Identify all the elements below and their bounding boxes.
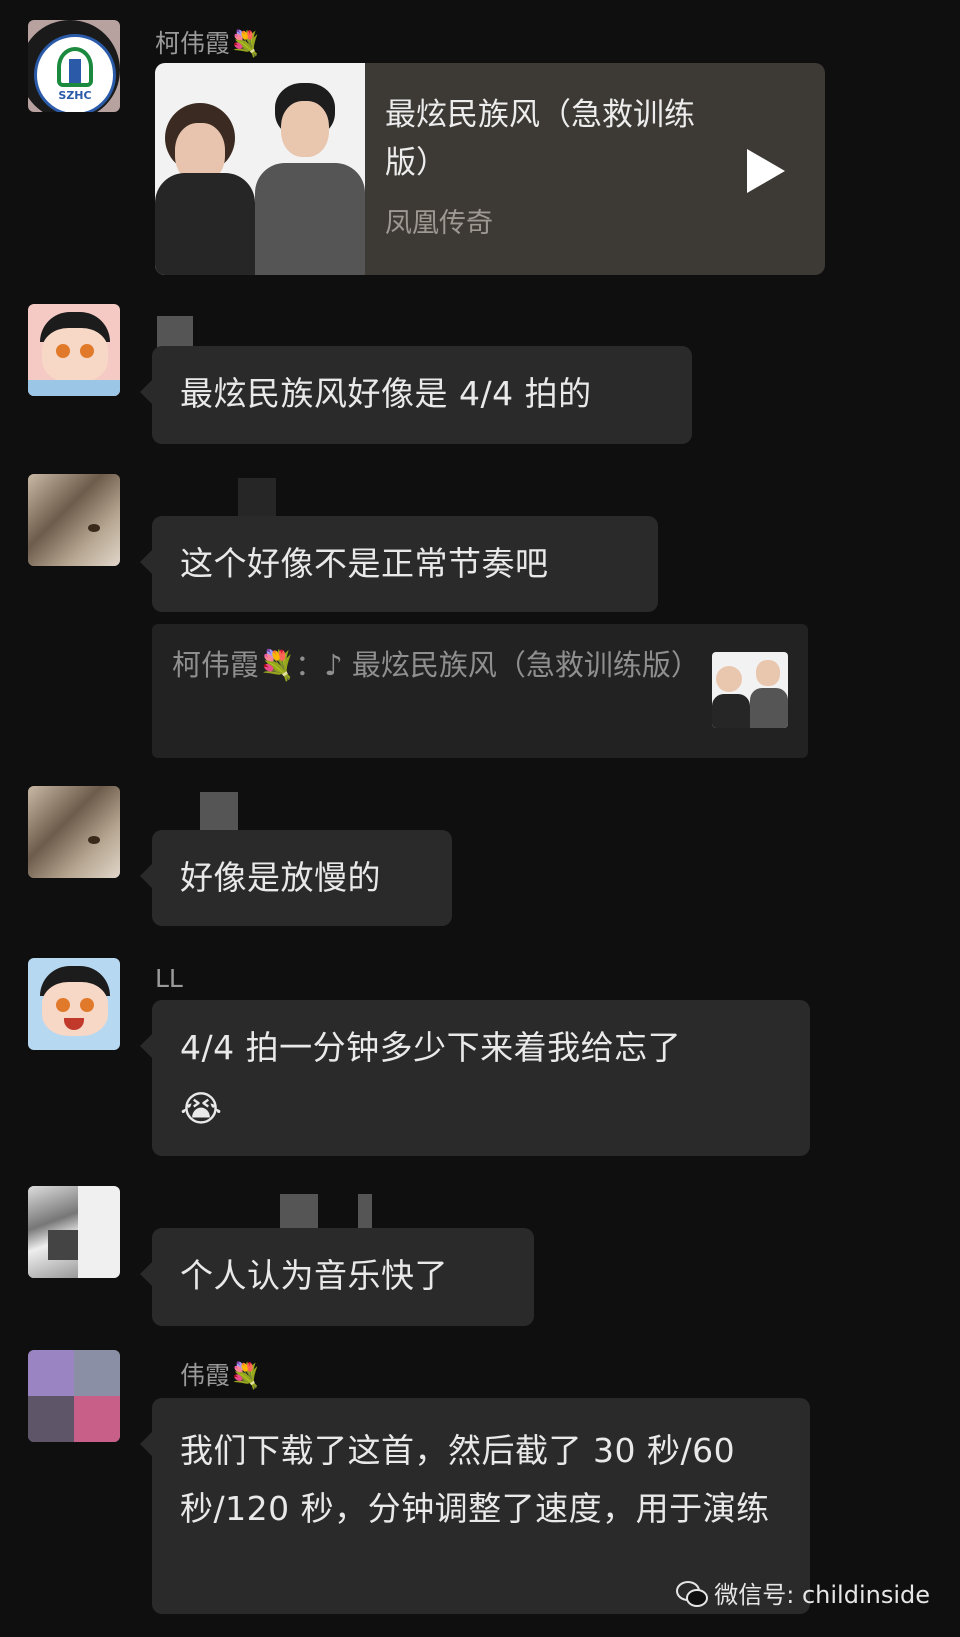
message-text: 个人认为音乐快了 (180, 1256, 448, 1295)
music-title: 最炫民族风（急救训练版） (385, 97, 695, 181)
avatar-sketch[interactable] (28, 1186, 120, 1278)
avatar-health-committee[interactable]: SZHC (28, 20, 120, 112)
quoted-message[interactable]: 柯伟霞💐：♪ 最炫民族风（急救训练版） (152, 624, 808, 758)
message-text: 这个好像不是正常节奏吧 (180, 544, 549, 583)
blurred-sender-name (238, 478, 276, 516)
avatar-cat[interactable] (28, 474, 120, 566)
message-text: 4/4 拍一分钟多少下来着我给忘了 (180, 1028, 682, 1067)
blurred-sender-name (280, 1194, 318, 1232)
watermark-text: 微信号: childinside (714, 1581, 930, 1609)
szhc-logo-icon: SZHC (34, 34, 116, 112)
avatar-mosaic[interactable] (28, 1350, 120, 1442)
crying-laughing-emoji-icon: 😭 (180, 1089, 223, 1130)
message-bubble[interactable]: 最炫民族风好像是 4/4 拍的 (140, 346, 692, 444)
avatar-cat[interactable] (28, 786, 120, 878)
message-bubble[interactable]: 好像是放慢的 (140, 830, 452, 926)
message-text: 最炫民族风好像是 4/4 拍的 (180, 374, 592, 413)
quote-text: 柯伟霞💐：♪ 最炫民族风（急救训练版） (172, 648, 700, 682)
blurred-sender-name (358, 1194, 372, 1232)
play-icon[interactable] (747, 149, 785, 193)
album-cover (155, 63, 365, 275)
message-text: 我们下载了这首，然后截了 30 秒/60 秒/120 秒，分钟调整了速度，用于演… (180, 1431, 770, 1528)
music-artist: 凤凰传奇 (385, 208, 493, 239)
avatar-cartoon-boy[interactable] (28, 958, 120, 1050)
message-bubble[interactable]: 个人认为音乐快了 (140, 1228, 534, 1326)
sender-name: LL (155, 964, 183, 993)
message-bubble[interactable]: 这个好像不是正常节奏吧 (140, 516, 658, 612)
music-card[interactable]: 最炫民族风（急救训练版） 凤凰传奇 (155, 63, 825, 275)
blurred-sender-name (200, 792, 238, 830)
sender-name: 伟霞💐 (180, 1361, 262, 1390)
logo-text: SZHC (58, 89, 92, 102)
quote-thumbnail (712, 652, 788, 728)
message-text: 好像是放慢的 (180, 858, 381, 897)
avatar-cartoon-boy[interactable] (28, 304, 120, 396)
wechat-watermark: 微信号: childinside (676, 1575, 930, 1610)
message-bubble[interactable]: 4/4 拍一分钟多少下来着我给忘了 😭 (140, 1000, 810, 1156)
wechat-icon (676, 1580, 709, 1607)
sender-name: 柯伟霞💐 (155, 29, 262, 58)
